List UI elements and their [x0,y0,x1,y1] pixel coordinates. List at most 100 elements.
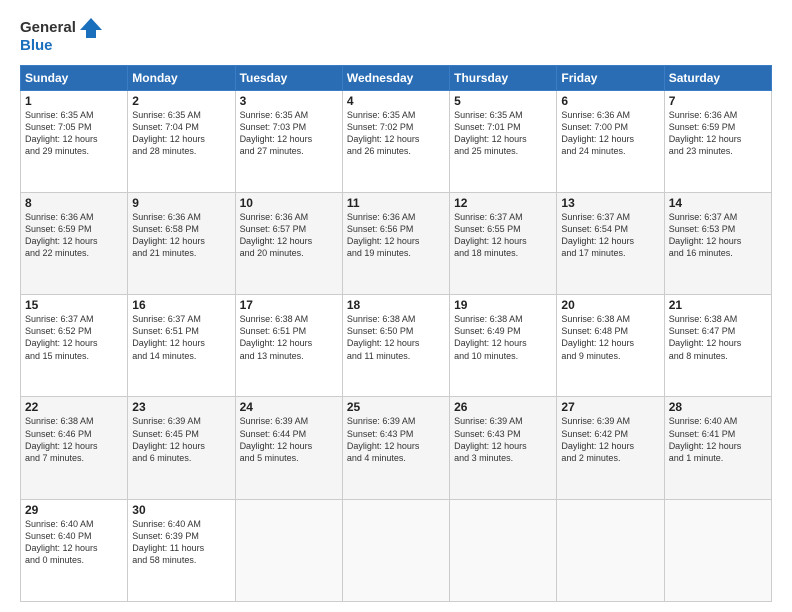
day-number: 26 [454,400,552,414]
weekday-header-row: SundayMondayTuesdayWednesdayThursdayFrid… [21,65,772,90]
page: General Blue SundayMondayTuesdayWednesda… [0,0,792,612]
day-info: Sunrise: 6:35 AMSunset: 7:05 PMDaylight:… [25,109,123,158]
day-number: 12 [454,196,552,210]
day-info: Sunrise: 6:36 AMSunset: 6:56 PMDaylight:… [347,211,445,260]
day-info: Sunrise: 6:36 AMSunset: 6:58 PMDaylight:… [132,211,230,260]
day-number: 25 [347,400,445,414]
day-info: Sunrise: 6:39 AMSunset: 6:42 PMDaylight:… [561,415,659,464]
day-info: Sunrise: 6:37 AMSunset: 6:54 PMDaylight:… [561,211,659,260]
calendar-day-cell: 25Sunrise: 6:39 AMSunset: 6:43 PMDayligh… [342,397,449,499]
day-info: Sunrise: 6:36 AMSunset: 7:00 PMDaylight:… [561,109,659,158]
day-number: 20 [561,298,659,312]
calendar-body: 1Sunrise: 6:35 AMSunset: 7:05 PMDaylight… [21,90,772,602]
day-info: Sunrise: 6:39 AMSunset: 6:43 PMDaylight:… [454,415,552,464]
day-number: 23 [132,400,230,414]
calendar-day-cell: 12Sunrise: 6:37 AMSunset: 6:55 PMDayligh… [450,192,557,294]
day-number: 15 [25,298,123,312]
day-info: Sunrise: 6:38 AMSunset: 6:47 PMDaylight:… [669,313,767,362]
weekday-header-cell: Friday [557,65,664,90]
day-info: Sunrise: 6:35 AMSunset: 7:04 PMDaylight:… [132,109,230,158]
day-number: 7 [669,94,767,108]
calendar-day-cell: 7Sunrise: 6:36 AMSunset: 6:59 PMDaylight… [664,90,771,192]
calendar-day-cell: 22Sunrise: 6:38 AMSunset: 6:46 PMDayligh… [21,397,128,499]
weekday-header-cell: Saturday [664,65,771,90]
day-info: Sunrise: 6:36 AMSunset: 6:59 PMDaylight:… [669,109,767,158]
calendar-day-cell: 5Sunrise: 6:35 AMSunset: 7:01 PMDaylight… [450,90,557,192]
day-info: Sunrise: 6:38 AMSunset: 6:48 PMDaylight:… [561,313,659,362]
day-number: 8 [25,196,123,210]
day-number: 5 [454,94,552,108]
calendar-day-cell: 21Sunrise: 6:38 AMSunset: 6:47 PMDayligh… [664,295,771,397]
logo: General Blue [20,18,102,55]
calendar-day-cell: 3Sunrise: 6:35 AMSunset: 7:03 PMDaylight… [235,90,342,192]
weekday-header-cell: Tuesday [235,65,342,90]
day-info: Sunrise: 6:37 AMSunset: 6:55 PMDaylight:… [454,211,552,260]
calendar-day-cell: 8Sunrise: 6:36 AMSunset: 6:59 PMDaylight… [21,192,128,294]
logo-triangle-icon [80,18,102,38]
day-info: Sunrise: 6:35 AMSunset: 7:01 PMDaylight:… [454,109,552,158]
logo-text-block: General Blue [20,18,102,55]
day-number: 9 [132,196,230,210]
calendar-day-cell: 30Sunrise: 6:40 AMSunset: 6:39 PMDayligh… [128,499,235,601]
day-number: 29 [25,503,123,517]
day-info: Sunrise: 6:36 AMSunset: 6:59 PMDaylight:… [25,211,123,260]
calendar-day-cell: 19Sunrise: 6:38 AMSunset: 6:49 PMDayligh… [450,295,557,397]
day-number: 3 [240,94,338,108]
calendar-day-cell [342,499,449,601]
day-number: 22 [25,400,123,414]
calendar-day-cell: 6Sunrise: 6:36 AMSunset: 7:00 PMDaylight… [557,90,664,192]
calendar-day-cell: 17Sunrise: 6:38 AMSunset: 6:51 PMDayligh… [235,295,342,397]
day-info: Sunrise: 6:37 AMSunset: 6:53 PMDaylight:… [669,211,767,260]
day-info: Sunrise: 6:39 AMSunset: 6:45 PMDaylight:… [132,415,230,464]
calendar-day-cell: 15Sunrise: 6:37 AMSunset: 6:52 PMDayligh… [21,295,128,397]
day-number: 30 [132,503,230,517]
calendar-day-cell: 9Sunrise: 6:36 AMSunset: 6:58 PMDaylight… [128,192,235,294]
day-number: 24 [240,400,338,414]
day-number: 1 [25,94,123,108]
day-info: Sunrise: 6:35 AMSunset: 7:02 PMDaylight:… [347,109,445,158]
calendar-day-cell: 1Sunrise: 6:35 AMSunset: 7:05 PMDaylight… [21,90,128,192]
calendar-day-cell [450,499,557,601]
calendar-day-cell [664,499,771,601]
day-number: 2 [132,94,230,108]
calendar-week-row: 22Sunrise: 6:38 AMSunset: 6:46 PMDayligh… [21,397,772,499]
day-number: 17 [240,298,338,312]
calendar-week-row: 15Sunrise: 6:37 AMSunset: 6:52 PMDayligh… [21,295,772,397]
day-number: 19 [454,298,552,312]
weekday-header-cell: Sunday [21,65,128,90]
calendar-week-row: 1Sunrise: 6:35 AMSunset: 7:05 PMDaylight… [21,90,772,192]
day-info: Sunrise: 6:36 AMSunset: 6:57 PMDaylight:… [240,211,338,260]
calendar-week-row: 29Sunrise: 6:40 AMSunset: 6:40 PMDayligh… [21,499,772,601]
calendar-day-cell: 29Sunrise: 6:40 AMSunset: 6:40 PMDayligh… [21,499,128,601]
day-info: Sunrise: 6:38 AMSunset: 6:51 PMDaylight:… [240,313,338,362]
calendar-day-cell: 14Sunrise: 6:37 AMSunset: 6:53 PMDayligh… [664,192,771,294]
calendar-day-cell: 28Sunrise: 6:40 AMSunset: 6:41 PMDayligh… [664,397,771,499]
day-number: 13 [561,196,659,210]
calendar-day-cell: 4Sunrise: 6:35 AMSunset: 7:02 PMDaylight… [342,90,449,192]
header: General Blue [20,18,772,55]
calendar-table: SundayMondayTuesdayWednesdayThursdayFrid… [20,65,772,603]
day-number: 11 [347,196,445,210]
calendar-day-cell: 10Sunrise: 6:36 AMSunset: 6:57 PMDayligh… [235,192,342,294]
day-info: Sunrise: 6:37 AMSunset: 6:52 PMDaylight:… [25,313,123,362]
day-number: 21 [669,298,767,312]
calendar-day-cell: 24Sunrise: 6:39 AMSunset: 6:44 PMDayligh… [235,397,342,499]
calendar-day-cell: 16Sunrise: 6:37 AMSunset: 6:51 PMDayligh… [128,295,235,397]
day-info: Sunrise: 6:40 AMSunset: 6:40 PMDaylight:… [25,518,123,567]
day-number: 6 [561,94,659,108]
calendar-day-cell: 26Sunrise: 6:39 AMSunset: 6:43 PMDayligh… [450,397,557,499]
day-info: Sunrise: 6:37 AMSunset: 6:51 PMDaylight:… [132,313,230,362]
day-number: 18 [347,298,445,312]
day-number: 4 [347,94,445,108]
day-info: Sunrise: 6:39 AMSunset: 6:43 PMDaylight:… [347,415,445,464]
calendar-day-cell: 18Sunrise: 6:38 AMSunset: 6:50 PMDayligh… [342,295,449,397]
calendar-day-cell: 13Sunrise: 6:37 AMSunset: 6:54 PMDayligh… [557,192,664,294]
weekday-header-cell: Wednesday [342,65,449,90]
calendar-day-cell: 2Sunrise: 6:35 AMSunset: 7:04 PMDaylight… [128,90,235,192]
day-info: Sunrise: 6:40 AMSunset: 6:39 PMDaylight:… [132,518,230,567]
calendar-day-cell: 11Sunrise: 6:36 AMSunset: 6:56 PMDayligh… [342,192,449,294]
day-number: 10 [240,196,338,210]
day-number: 28 [669,400,767,414]
day-info: Sunrise: 6:40 AMSunset: 6:41 PMDaylight:… [669,415,767,464]
day-info: Sunrise: 6:38 AMSunset: 6:50 PMDaylight:… [347,313,445,362]
